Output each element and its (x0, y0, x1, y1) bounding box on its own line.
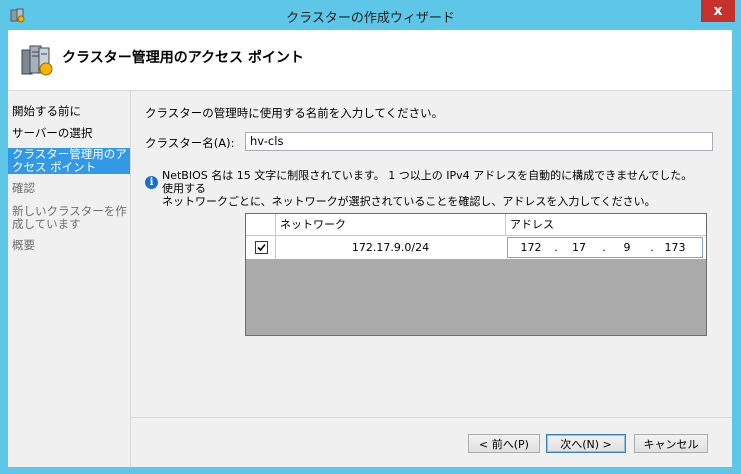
cluster-name-input[interactable]: hv-cls (245, 132, 713, 151)
grid-header: ネットワーク アドレス (246, 214, 706, 236)
ip-octet-1[interactable]: 172 (512, 238, 550, 257)
table-row: 172.17.9.0/24 172 . 17 . 9 . 173 (246, 236, 706, 259)
grid-header-network[interactable]: ネットワーク (276, 214, 506, 235)
window-title: クラスターの作成ウィザード (286, 11, 455, 26)
server-cluster-icon (21, 45, 53, 76)
wizard-window: クラスターの作成ウィザード x クラスター管理用のアクセス ポイント 開始する前… (0, 0, 741, 474)
step-creating-cluster: 新しいクラスターを作成しています (12, 204, 127, 231)
ip-octet-4[interactable]: 173 (656, 238, 694, 257)
network-value: 172.17.9.0/24 (351, 241, 430, 254)
back-button[interactable]: < 前へ(P) (468, 434, 540, 453)
main-panel: クラスターの管理時に使用する名前を入力してください。 クラスター名(A): hv… (131, 91, 732, 417)
wizard-content: クラスター管理用のアクセス ポイント 開始する前に サーバーの選択 クラスター管… (8, 30, 732, 467)
page-title: クラスター管理用のアクセス ポイント (62, 50, 304, 66)
ip-dot: . (602, 241, 606, 254)
checkmark-icon (257, 243, 266, 252)
network-grid: ネットワーク アドレス 172.17.9.0/24 172 . 17 . 9 .… (245, 213, 707, 336)
ip-dot: . (554, 241, 558, 254)
wizard-steps: 開始する前に サーバーの選択 クラスター管理用のアクセス ポイント 確認 新しい… (8, 91, 131, 467)
step-confirmation: 確認 (12, 181, 35, 195)
info-message-line1: NetBIOS 名は 15 文字に制限されています。 1 つ以上の IPv4 ア… (162, 169, 693, 195)
row-check-cell (246, 236, 276, 259)
step-before-you-begin[interactable]: 開始する前に (8, 105, 130, 118)
grid-header-check (246, 214, 276, 235)
step-summary: 概要 (12, 238, 35, 252)
wizard-header: クラスター管理用のアクセス ポイント (8, 30, 732, 91)
close-button[interactable]: x (701, 0, 735, 22)
next-button[interactable]: 次へ(N) > (546, 434, 626, 453)
cancel-button[interactable]: キャンセル (634, 434, 708, 453)
network-checkbox[interactable] (255, 241, 268, 254)
ip-address-input[interactable]: 172 . 17 . 9 . 173 (507, 237, 703, 258)
info-message-line2: ネットワークごとに、ネットワークが選択されていることを確認し、アドレスを入力して… (162, 195, 656, 208)
ip-dot: . (650, 241, 654, 254)
instruction-text: クラスターの管理時に使用する名前を入力してください。 (145, 106, 444, 120)
grid-header-address[interactable]: アドレス (506, 214, 706, 235)
ip-octet-2[interactable]: 17 (560, 238, 598, 257)
step-select-servers[interactable]: サーバーの選択 (8, 127, 130, 140)
info-message: NetBIOS 名は 15 文字に制限されています。 1 つ以上の IPv4 ア… (162, 169, 702, 208)
cluster-name-label: クラスター名(A): (145, 136, 235, 150)
ip-octet-3[interactable]: 9 (608, 238, 646, 257)
info-icon: i (145, 176, 158, 189)
wizard-footer: < 前へ(P) 次へ(N) > キャンセル (131, 417, 732, 467)
step-access-point[interactable]: クラスター管理用のアクセス ポイント (8, 148, 130, 174)
title-bar[interactable]: クラスターの作成ウィザード x (0, 0, 741, 30)
